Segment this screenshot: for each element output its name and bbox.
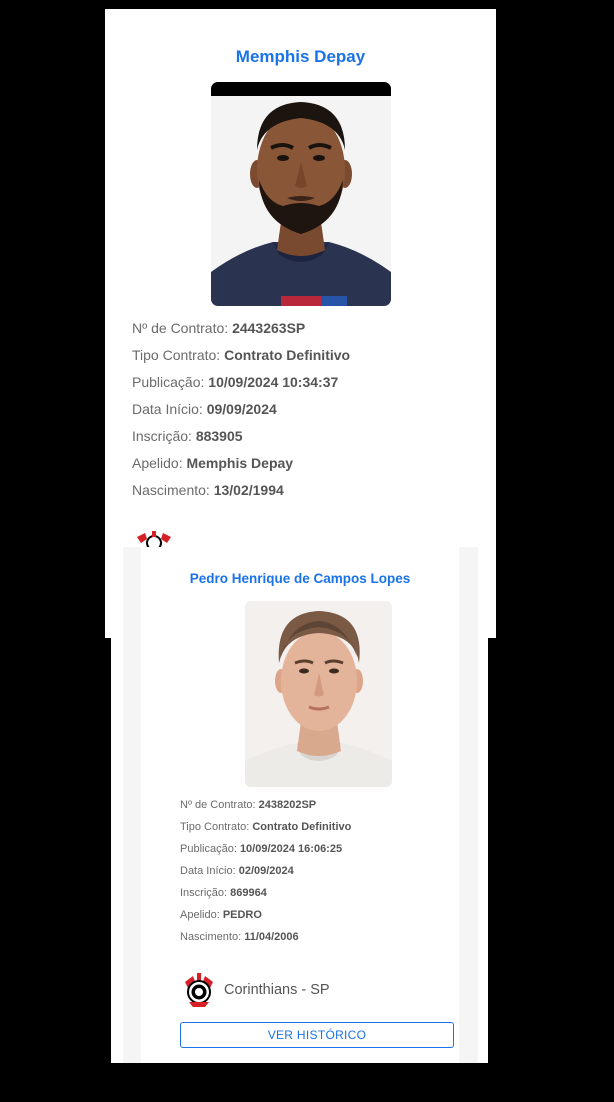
detail-nickname: Apelido: PEDRO: [180, 909, 262, 921]
detail-registration: Inscrição: 869964: [180, 887, 267, 899]
player-card-pedro: Pedro Henrique de Campos Lopes Nº de Con…: [123, 547, 478, 1063]
detail-contract-number: Nº de Contrato: 2438202SP: [180, 799, 317, 811]
player-name: Pedro Henrique de Campos Lopes: [189, 571, 411, 586]
detail-birth: Nascimento: 11/04/2006: [180, 931, 299, 943]
contract-details: Nº de Contrato: 2443263SP Tipo Contrato:…: [132, 317, 350, 506]
contract-details: Nº de Contrato: 2438202SP Tipo Contrato:…: [180, 796, 351, 950]
detail-publication: Publicação: 10/09/2024 10:34:37: [132, 374, 339, 390]
detail-nickname: Apelido: Memphis Depay: [132, 455, 294, 471]
detail-contract-type: Tipo Contrato: Contrato Definitivo: [132, 347, 351, 363]
detail-contract-number: Nº de Contrato: 2443263SP: [132, 320, 306, 336]
player-photo: [245, 601, 392, 787]
detail-start-date: Data Início: 09/09/2024: [132, 401, 277, 417]
detail-birth: Nascimento: 13/02/1994: [132, 482, 284, 498]
player-name: Memphis Depay: [235, 47, 366, 66]
corinthians-crest-icon: [183, 972, 215, 1008]
club-name: Corinthians - SP: [224, 982, 330, 998]
detail-start-date: Data Início: 02/09/2024: [180, 865, 294, 877]
player-card-memphis: Memphis Depay Nº de Contrato: 2443263SP …: [105, 9, 496, 638]
player-photo-image: [211, 82, 391, 306]
corinthians-crest-icon: [135, 529, 173, 547]
detail-contract-type: Tipo Contrato: Contrato Definitivo: [180, 821, 352, 833]
view-history-button[interactable]: VER HISTÓRICO: [180, 1022, 454, 1048]
player-photo: [211, 82, 391, 306]
detail-registration: Inscrição: 883905: [132, 428, 243, 444]
player-photo-image: [245, 601, 392, 787]
detail-publication: Publicação: 10/09/2024 16:06:25: [180, 843, 343, 855]
club-info: Corinthians - SP: [183, 972, 330, 1008]
player-card-body: Pedro Henrique de Campos Lopes Nº de Con…: [141, 547, 459, 1063]
